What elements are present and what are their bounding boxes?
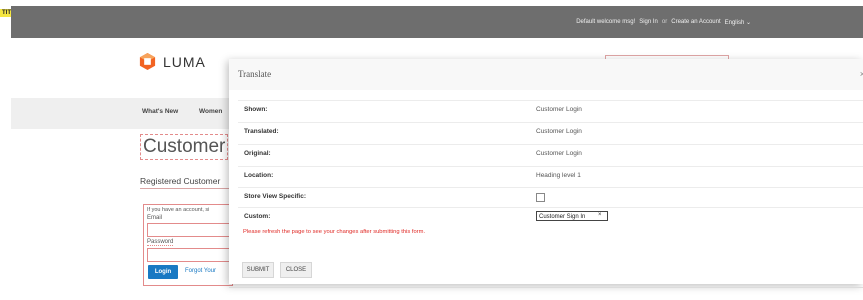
page-title: Customer [140, 134, 229, 160]
row-label: Original: [244, 150, 271, 157]
nav-item-women[interactable]: Women [199, 108, 222, 115]
left-frame [0, 0, 11, 300]
row-label: Shown: [244, 106, 268, 113]
row-custom: Custom: Customer Sign In × [238, 207, 863, 227]
top-links: Default welcome msg! Sign In or Create a… [576, 6, 751, 38]
row-translated: Translated: Customer Login [238, 122, 863, 142]
email-field[interactable] [147, 223, 231, 237]
store-view-specific-checkbox[interactable] [536, 193, 545, 202]
password-label: Password [147, 239, 174, 246]
row-value: Customer Login [536, 128, 582, 135]
row-store-view-specific: Store View Specific: [238, 187, 863, 207]
modal-divider [229, 287, 863, 288]
logo[interactable]: LUMA [138, 52, 206, 71]
refresh-warning: Please refresh the page to see your chan… [243, 229, 426, 235]
row-location: Location: Heading level 1 [238, 166, 863, 186]
top-bar: Default welcome msg! Sign In or Create a… [11, 6, 863, 38]
close-button[interactable]: CLOSE [280, 262, 312, 278]
row-value: Heading level 1 [536, 172, 581, 179]
row-label: Location: [244, 172, 274, 179]
row-value: Customer Login [536, 106, 582, 113]
or-text: or [661, 19, 668, 25]
create-account-link[interactable]: Create an Account [671, 19, 720, 25]
sign-in-link[interactable]: Sign In [639, 19, 658, 25]
registered-customers-heading: Registered Customer [140, 176, 230, 189]
language-switcher[interactable]: English ⌄ [725, 19, 751, 26]
login-button[interactable]: Login [148, 265, 178, 279]
row-label: Custom: [244, 213, 271, 220]
password-field[interactable] [147, 248, 231, 262]
row-original: Original: Customer Login [238, 144, 863, 164]
email-label: Email [147, 215, 163, 221]
clear-icon[interactable]: × [598, 212, 602, 218]
submit-button[interactable]: SUBMIT [242, 262, 274, 278]
row-label: Translated: [244, 128, 279, 135]
welcome-message: Default welcome msg! [576, 19, 636, 25]
modal-header: Translate × [229, 59, 863, 90]
login-info-text: If you have an account, si [147, 207, 210, 213]
logo-text: LUMA [163, 53, 206, 70]
luma-logo-icon [138, 52, 157, 71]
row-shown: Shown: Customer Login [238, 100, 863, 120]
nav-item-whats-new[interactable]: What's New [142, 108, 178, 115]
row-label: Store View Specific: [244, 193, 307, 200]
row-value: Customer Login [536, 150, 582, 157]
modal-title: Translate [238, 69, 272, 79]
forgot-password-link[interactable]: Forgot Your [185, 268, 216, 274]
translate-modal: Translate × Shown: Customer Login Transl… [229, 59, 863, 288]
